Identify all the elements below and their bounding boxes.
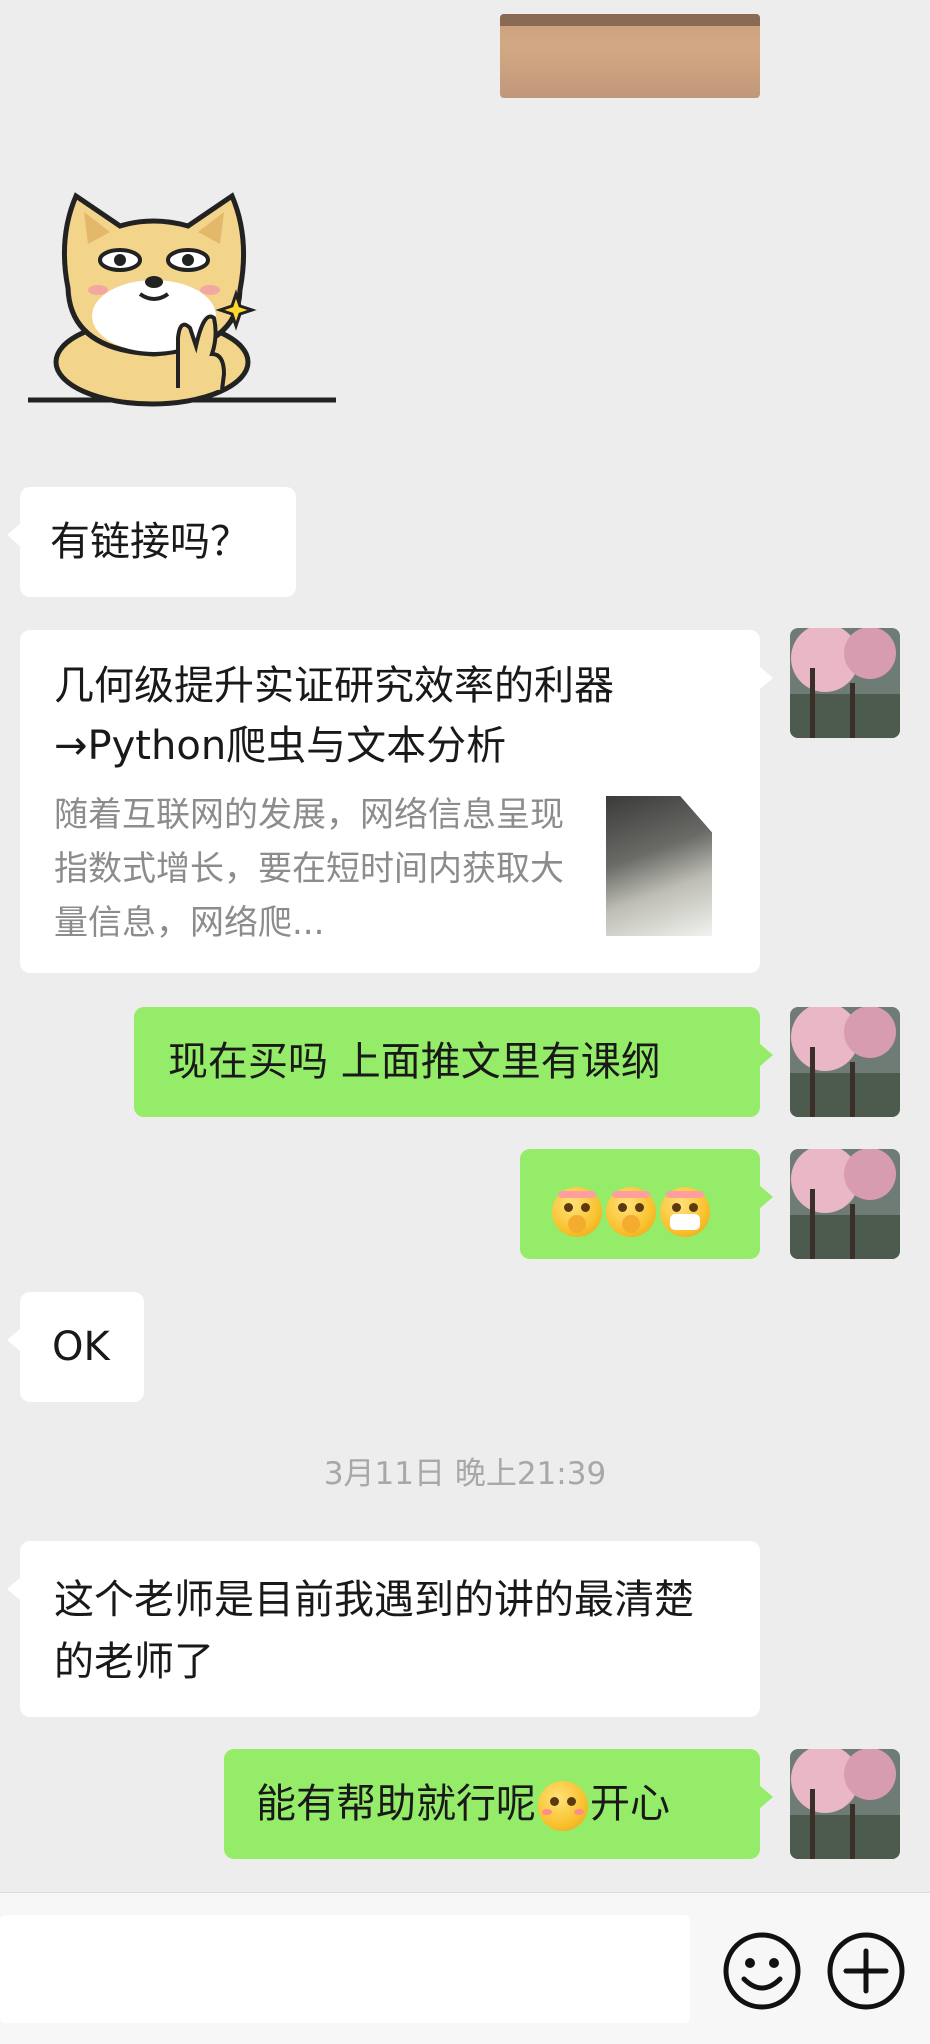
- message-received[interactable]: 有链接吗？: [7, 487, 296, 597]
- message-input[interactable]: [0, 1915, 690, 2023]
- blush-emoji-icon: [538, 1781, 588, 1831]
- message-received[interactable]: 这个老师是目前我遇到的讲的最清楚的老师了: [7, 1541, 760, 1717]
- image-message-edge: [500, 14, 760, 26]
- message-text: 开心: [590, 1781, 670, 1827]
- chat-area: 有链接吗？ 几何级提升实证研究效率的利器→Python爬虫与文本分析 随着互联网…: [0, 0, 930, 1892]
- message-received[interactable]: OK: [7, 1292, 144, 1402]
- message-text: 现在买吗 上面推文里有课纲: [168, 1039, 661, 1085]
- link-card-title: 几何级提升实证研究效率的利器→Python爬虫与文本分析: [54, 663, 614, 769]
- link-card-thumbnail: [606, 796, 712, 936]
- link-card-message[interactable]: 几何级提升实证研究效率的利器→Python爬虫与文本分析 随着互联网的发展，网络…: [20, 630, 773, 973]
- dog-sticker[interactable]: [28, 178, 338, 408]
- user-avatar[interactable]: [790, 628, 900, 738]
- timestamp: 3月11日 晚上21:39: [323, 1456, 607, 1492]
- shush-emoji-icon: [552, 1187, 602, 1237]
- message-text: 有链接吗？: [50, 519, 250, 565]
- message-text: OK: [52, 1324, 110, 1370]
- mask-emoji-icon: [660, 1187, 710, 1237]
- smiley-icon[interactable]: [714, 1923, 810, 2019]
- message-text: 能有帮助就行呢: [256, 1781, 536, 1827]
- user-avatar[interactable]: [790, 1749, 900, 1859]
- user-avatar[interactable]: [790, 1007, 900, 1117]
- input-bar: [0, 1892, 930, 2044]
- message-text: 这个老师是目前我遇到的讲的最清楚的老师了: [54, 1577, 694, 1685]
- shush-emoji-icon: [606, 1187, 656, 1237]
- message-sent[interactable]: 现在买吗 上面推文里有课纲: [134, 1007, 773, 1117]
- message-sent[interactable]: 能有帮助就行呢 开心: [224, 1749, 773, 1859]
- link-card-description: 随着互联网的发展，网络信息呈现指数式增长，要在短时间内获取大量信息，网络爬...: [54, 795, 564, 943]
- emoji-message[interactable]: [520, 1149, 773, 1259]
- image-message[interactable]: [500, 14, 760, 98]
- user-avatar[interactable]: [790, 1149, 900, 1259]
- plus-circle-icon[interactable]: [818, 1923, 914, 2019]
